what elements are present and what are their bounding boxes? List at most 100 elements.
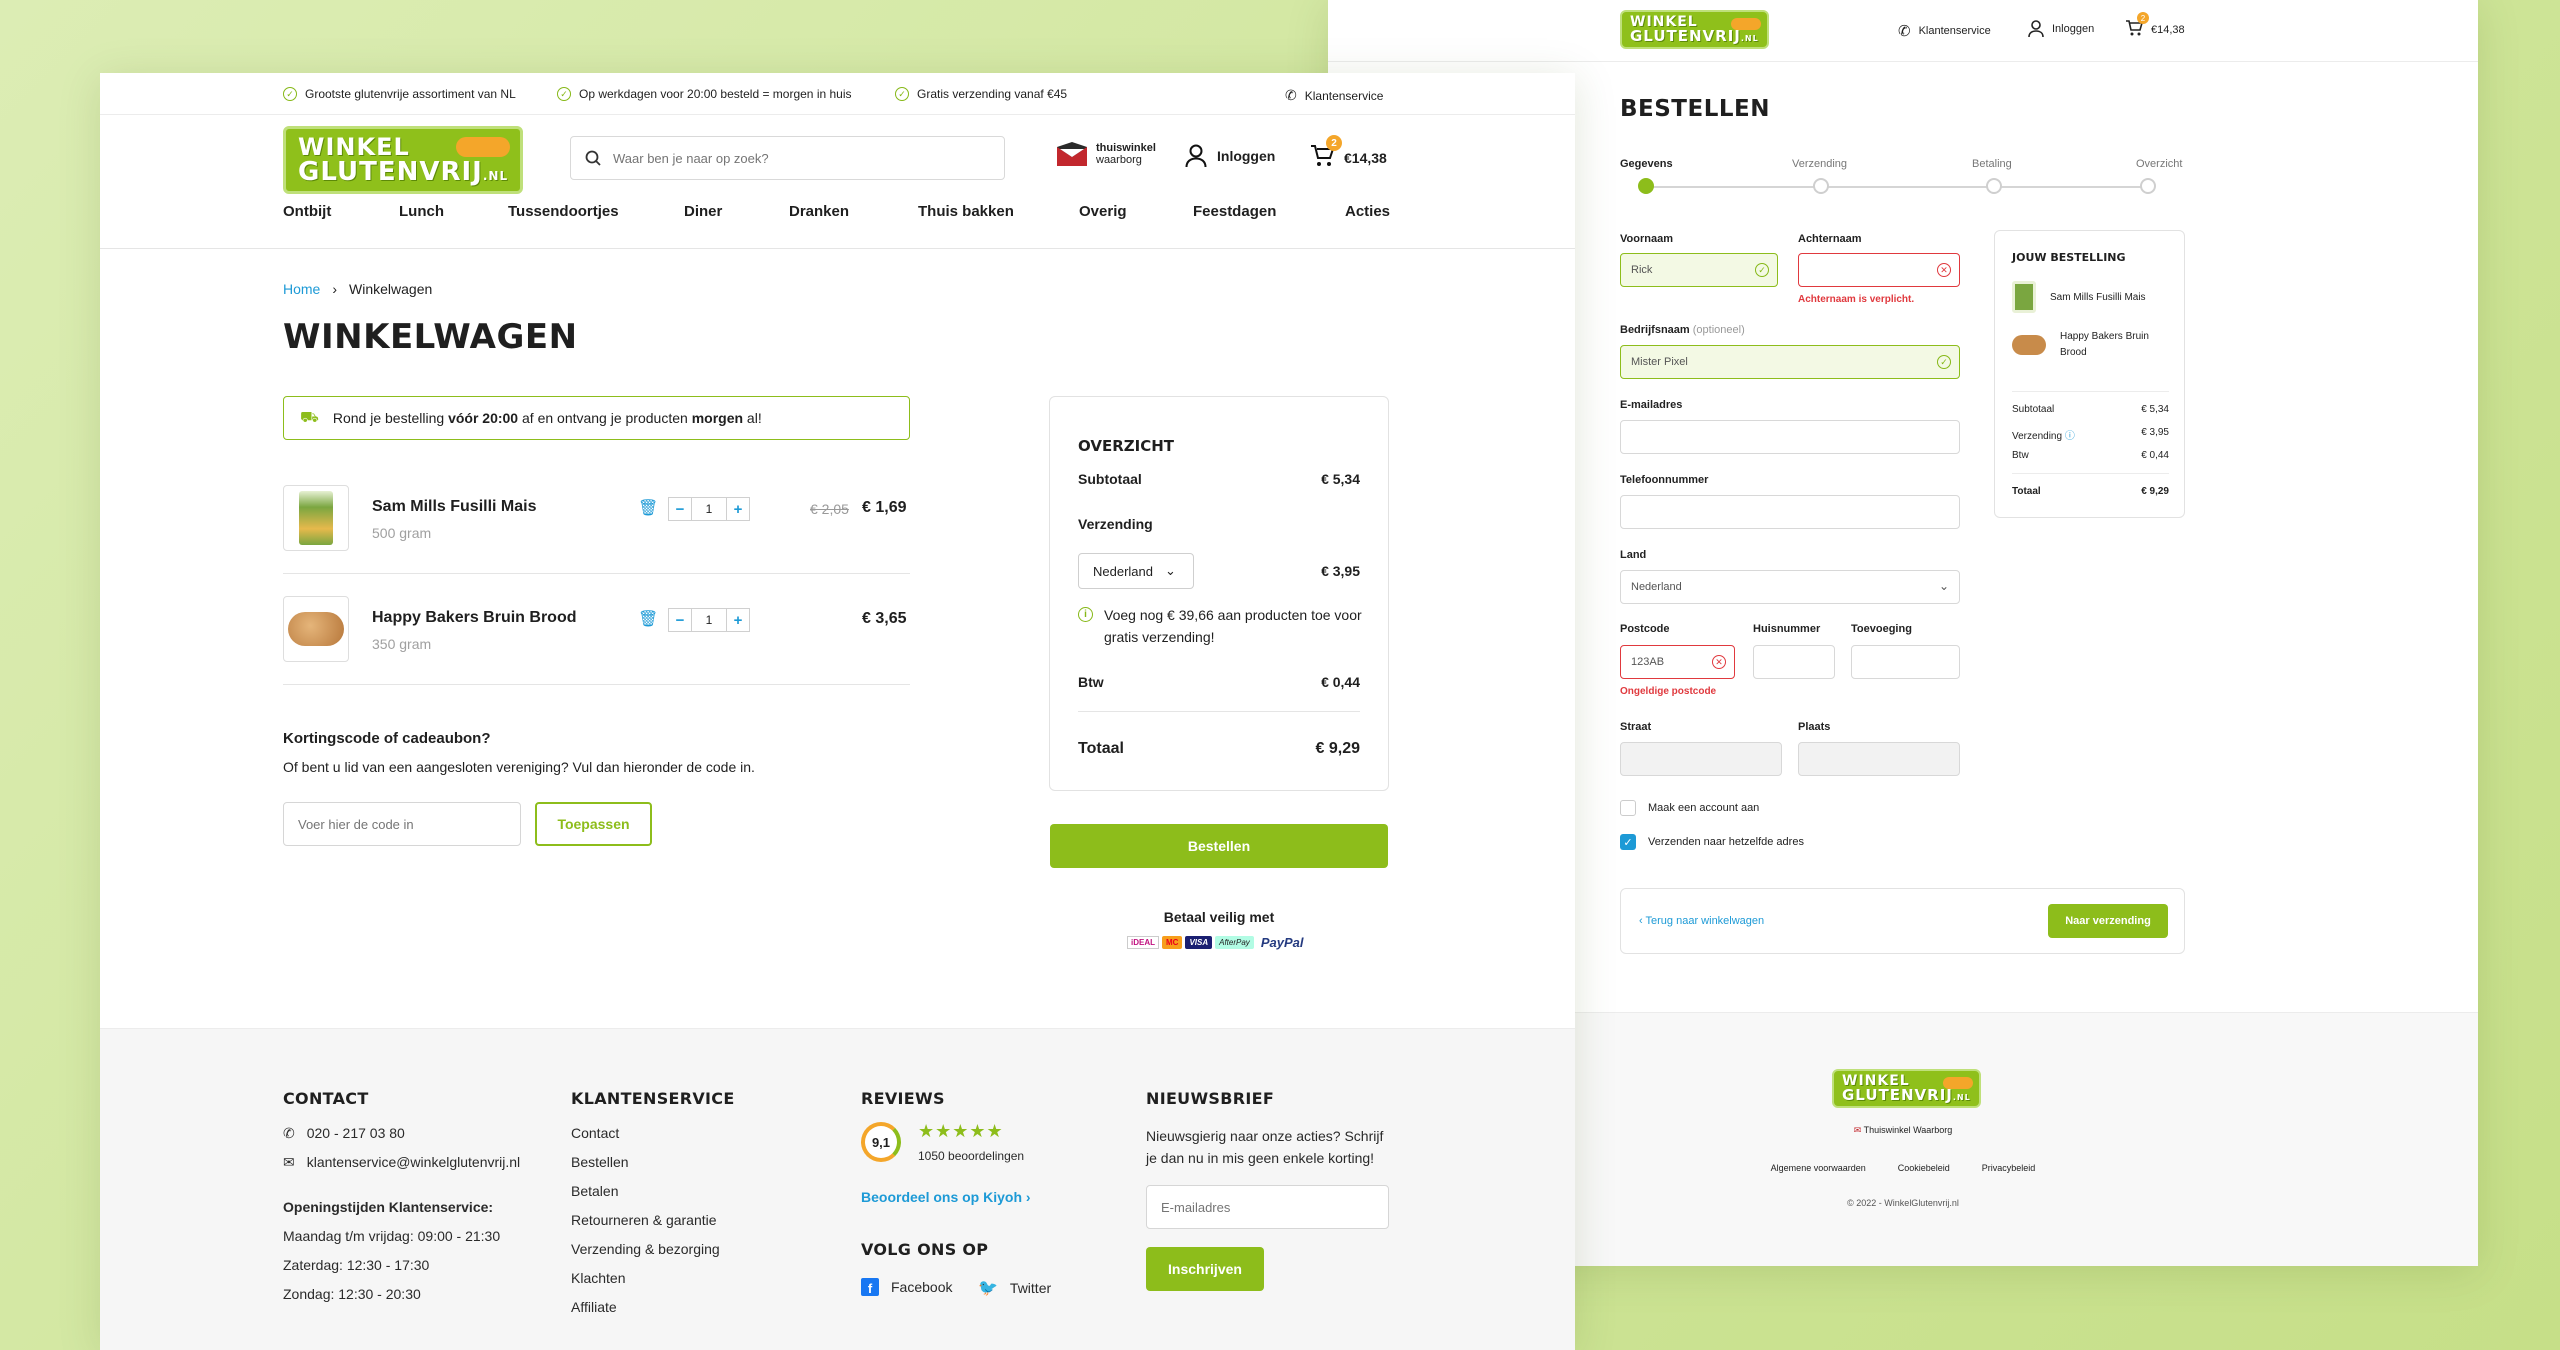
search-bar[interactable] [570,136,1005,180]
order-button[interactable]: Bestellen [1050,824,1388,868]
footer-link[interactable]: Retourneren & garantie [571,1212,717,1228]
decrease-button[interactable]: − [668,497,692,521]
discount-code-input[interactable] [283,802,521,846]
footer-link[interactable]: Privacybeleid [1982,1163,2036,1173]
discount-title: Kortingscode of cadeaubon? [283,730,491,747]
cart-page: ✓ Grootste glutenvrije assortiment van NL… [100,73,1575,1350]
trash-icon[interactable]: 🗑 [638,498,658,518]
step-dot-verzending[interactable] [1813,178,1829,194]
footer-logo[interactable]: WINKEL GLUTENVRIJ.NL [1832,1069,1981,1108]
nav-item[interactable]: Acties [1345,203,1390,220]
footer-link[interactable]: Cookiebeleid [1898,1163,1950,1173]
quantity-stepper[interactable]: − 1 + [668,608,750,632]
create-account-checkbox[interactable]: Maak een account aan [1620,800,1759,816]
footer-link[interactable]: Bestellen [571,1154,629,1170]
last-name-field[interactable]: ✕ [1798,253,1960,287]
nav-item[interactable]: Ontbijt [283,203,331,220]
cart-link[interactable]: 2 €14,38 [1310,135,1387,170]
breadcrumb-home[interactable]: Home [283,281,320,297]
company-field[interactable]: Mister Pixel ✓ [1620,345,1960,379]
facebook-link[interactable]: f Facebook [861,1278,952,1296]
nav-item[interactable]: Diner [684,203,722,220]
newsletter-email-input[interactable] [1146,1185,1389,1229]
login-link[interactable]: Inloggen [1185,144,1275,168]
next-button[interactable]: Naar verzending [2048,904,2168,938]
nav-item[interactable]: Overig [1079,203,1127,220]
country-select[interactable]: Nederland ⌄ [1078,553,1194,589]
divider [283,573,910,574]
postcode-field[interactable]: 123AB ✕ [1620,645,1735,679]
country-label: Land [1620,549,1647,561]
trash-icon[interactable]: 🗑 [638,609,658,629]
quantity-stepper[interactable]: − 1 + [668,497,750,521]
twitter-link[interactable]: 🐦 Twitter [978,1278,1051,1298]
checkout-header: WINKEL GLUTENVRIJ.NL ✆ Klantenservice In… [1328,0,2478,62]
chevron-down-icon: ⌄ [1165,563,1176,578]
country-select[interactable]: Nederland ⌄ [1620,570,1960,604]
product-name[interactable]: Happy Bakers Bruin Brood [372,609,576,627]
quantity-value[interactable]: 1 [692,497,726,521]
email-field[interactable] [1620,420,1960,454]
nav-item[interactable]: Dranken [789,203,849,220]
envelope-icon: ✉ [1853,1125,1862,1135]
envelope-icon [1057,142,1087,166]
thuiswinkel-badge[interactable]: thuiswinkel waarborg [1056,141,1156,167]
footer-phone[interactable]: ✆ 020 - 217 03 80 [283,1125,405,1142]
phone-link[interactable]: ✆ Klantenservice [1898,22,1991,40]
customer-service-link[interactable]: ✆ Klantenservice [1285,87,1383,104]
facebook-icon: f [861,1278,879,1296]
house-number-field[interactable] [1753,645,1835,679]
footer-link[interactable]: Klachten [571,1270,625,1286]
step-dot-overzicht[interactable] [2140,178,2156,194]
city-field[interactable] [1798,742,1960,776]
quantity-value[interactable]: 1 [692,608,726,632]
nav-item[interactable]: Thuis bakken [918,203,1014,220]
steps-line [1646,186,2146,188]
product-image[interactable] [283,485,349,551]
step-label-gegevens: Gegevens [1620,158,1673,170]
apply-button[interactable]: Toepassen [535,802,652,846]
phone-field[interactable] [1620,495,1960,529]
cart-link[interactable]: 2 €14,38 [2125,12,2185,39]
nav-item[interactable]: Feestdagen [1193,203,1276,220]
login-link[interactable]: Inloggen [2028,20,2094,38]
hours-line: Zondag: 12:30 - 20:30 [283,1286,421,1302]
increase-button[interactable]: + [726,497,750,521]
first-name-field[interactable]: Rick ✓ [1620,253,1778,287]
same-address-checkbox[interactable]: ✓ Verzenden naar hetzelfde adres [1620,834,1804,850]
newsletter-text: Nieuwsgierig naar onze acties? Schrijf j… [1146,1128,1384,1167]
step-dot-betaling[interactable] [1986,178,2002,194]
user-icon [1185,144,1207,168]
payment-methods: iDEAL MC VISA AfterPay PayPal [1127,935,1307,950]
subscribe-button[interactable]: Inschrijven [1146,1247,1264,1291]
checkbox-checked-icon[interactable]: ✓ [1620,834,1636,850]
cart-icon: 2 [2125,12,2149,39]
logo[interactable]: WINKEL GLUTENVRIJ.NL [283,126,524,194]
nav-item[interactable]: Lunch [399,203,444,220]
footer-link[interactable]: Betalen [571,1183,618,1199]
product-image[interactable] [283,596,349,662]
checkout-actions: ‹ Terug naar winkelwagen Naar verzending [1620,888,2185,954]
addition-field[interactable] [1851,645,1960,679]
back-link[interactable]: ‹ Terug naar winkelwagen [1639,915,1764,927]
footer-email[interactable]: ✉ klantenservice@winkelglutenvrij.nl [283,1154,520,1171]
footer-link[interactable]: Verzending & bezorging [571,1241,720,1257]
step-dot-gegevens[interactable] [1638,178,1654,194]
main-nav: Ontbijt Lunch Tussendoortjes Diner Drank… [100,203,1575,249]
footer-link[interactable]: Contact [571,1125,619,1141]
decrease-button[interactable]: − [668,608,692,632]
increase-button[interactable]: + [726,608,750,632]
logo[interactable]: WINKEL GLUTENVRIJ.NL [1620,10,1769,49]
search-input[interactable] [613,150,973,166]
hours-title: Openingstijden Klantenservice: [283,1199,494,1215]
street-field[interactable] [1620,742,1782,776]
nav-item[interactable]: Tussendoortjes [508,203,619,220]
checkbox-empty[interactable] [1620,800,1636,816]
footer-link[interactable]: Affiliate [571,1299,617,1315]
step-label-verzending: Verzending [1792,158,1848,170]
postcode-error: Ongeldige postcode [1620,686,1717,697]
product-name[interactable]: Sam Mills Fusilli Mais [372,498,537,516]
footer-link[interactable]: Algemene voorwaarden [1771,1163,1866,1173]
kiyoh-link[interactable]: Beoordeel ons op Kiyoh › [861,1189,1031,1205]
paypal-icon: PayPal [1260,935,1304,950]
